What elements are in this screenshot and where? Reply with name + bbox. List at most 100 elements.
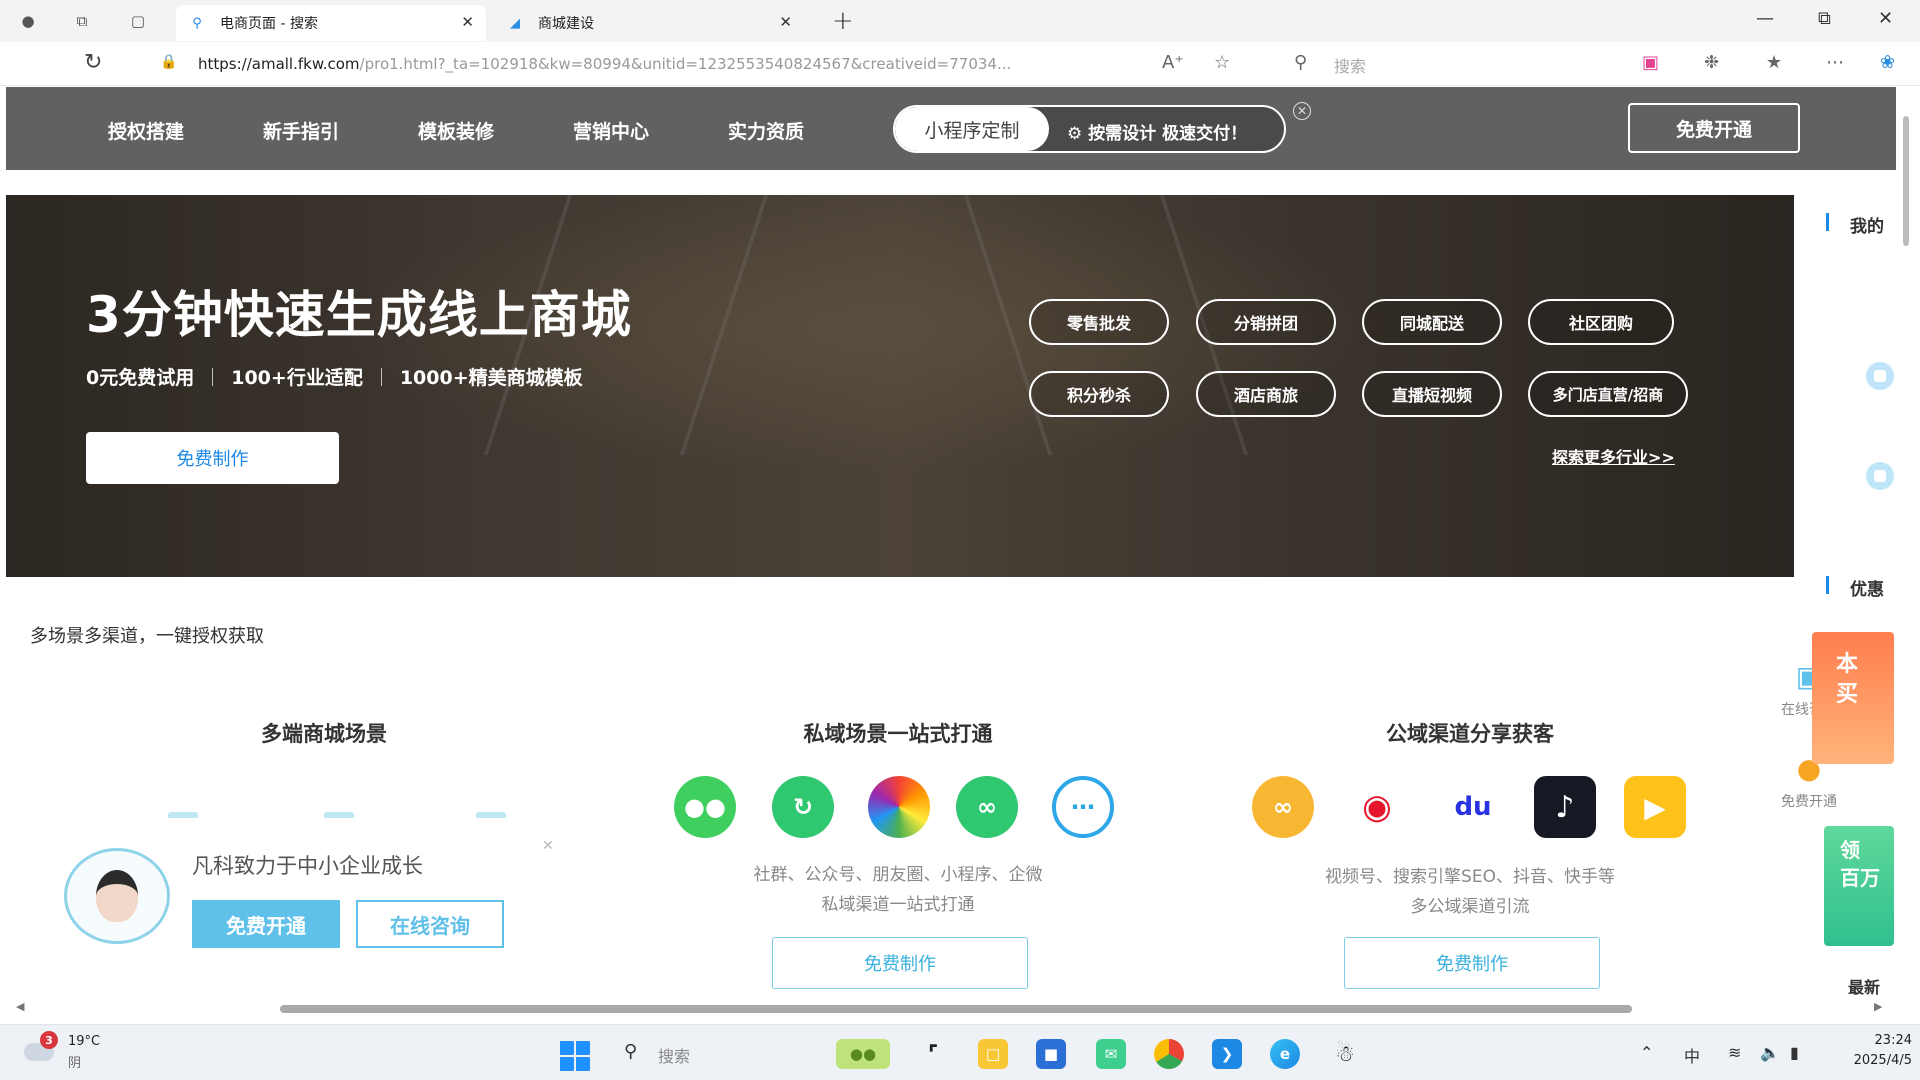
close-icon[interactable]: ✕ bbox=[779, 13, 792, 31]
volume-muted-icon[interactable]: 🔈 bbox=[1760, 1043, 1780, 1062]
close-icon[interactable]: ✕ bbox=[542, 838, 554, 854]
battery-icon[interactable]: ▮ bbox=[1790, 1043, 1799, 1062]
vscode-icon[interactable]: ❯ bbox=[1212, 1039, 1242, 1069]
scroll-right-icon[interactable]: ▶ bbox=[1874, 1000, 1882, 1013]
consult-chat-button[interactable]: 在线咨询 bbox=[356, 900, 504, 948]
read-aloud-icon[interactable]: A⁺ bbox=[1162, 52, 1184, 73]
chip-points[interactable]: 积分秒杀 bbox=[1029, 371, 1169, 417]
scroll-left-icon[interactable]: ◀ bbox=[16, 1000, 24, 1013]
tab-title: 商城建设 bbox=[538, 16, 594, 32]
tray-expand-icon[interactable]: ⌃ bbox=[1640, 1043, 1653, 1062]
pill-close-icon[interactable]: ✕ bbox=[1293, 102, 1311, 120]
hero-free-make-button[interactable]: 免费制作 bbox=[86, 432, 339, 484]
miniprogram-pill[interactable]: 小程序定制 ⚙ 按需设计 极速交付！ bbox=[893, 105, 1286, 153]
nav-link-guide[interactable]: 新手指引 bbox=[263, 117, 339, 144]
side-label-mine[interactable]: 我的 bbox=[1850, 212, 1884, 237]
url-field[interactable]: https://amall.fkw.com/pro1.html?_ta=1029… bbox=[198, 55, 1078, 73]
column-title-public: 公域渠道分享获客 bbox=[1386, 722, 1554, 746]
chrome-icon[interactable] bbox=[1154, 1039, 1184, 1069]
chip-multistore[interactable]: 多门店直营/招商 bbox=[1528, 371, 1688, 417]
new-tab-icon[interactable]: + bbox=[832, 6, 854, 36]
mail-icon[interactable]: ✉ bbox=[1096, 1039, 1126, 1069]
column-desc: 私域渠道一站式打通 bbox=[821, 895, 975, 915]
promo-text: 本 bbox=[1836, 652, 1859, 677]
vertical-scrollbar[interactable] bbox=[1900, 100, 1912, 970]
ime-indicator[interactable]: 中 bbox=[1684, 1043, 1700, 1067]
favorite-star-icon[interactable]: ☆ bbox=[1214, 52, 1230, 73]
baidu-icon: du bbox=[1442, 776, 1504, 838]
hero-sub-item: 0元免费试用 bbox=[86, 367, 195, 389]
taskbar-search[interactable]: 搜索 bbox=[658, 1043, 690, 1067]
side-latest[interactable]: 最新 bbox=[1848, 974, 1880, 998]
clock-time[interactable]: 23:24 bbox=[1856, 1033, 1912, 1048]
avatar bbox=[64, 848, 170, 944]
chip-hotel[interactable]: 酒店商旅 bbox=[1196, 371, 1336, 417]
clock-date[interactable]: 2025/4/5 bbox=[1830, 1053, 1912, 1068]
start-icon[interactable] bbox=[560, 1041, 590, 1071]
side-accent bbox=[1826, 576, 1829, 594]
chip-live[interactable]: 直播短视频 bbox=[1362, 371, 1502, 417]
restore-icon[interactable]: ⧉ bbox=[1818, 8, 1831, 29]
chip-community[interactable]: 社区团购 bbox=[1528, 299, 1674, 345]
side-accent bbox=[1826, 213, 1829, 231]
address-search-placeholder[interactable]: 搜索 bbox=[1334, 53, 1366, 77]
search-icon: ⚲ bbox=[192, 15, 202, 31]
nav-link-auth[interactable]: 授权搭建 bbox=[108, 117, 184, 144]
nav-link-marketing[interactable]: 营销中心 bbox=[573, 117, 649, 144]
lock-icon[interactable]: 🔒 bbox=[160, 54, 177, 70]
public-free-make-button[interactable]: 免费制作 bbox=[1344, 937, 1600, 989]
channels-icon: ∞ bbox=[1252, 776, 1314, 838]
widget-app-icon[interactable]: ●● bbox=[836, 1039, 890, 1069]
weather-condition: 阴 bbox=[68, 1056, 82, 1071]
side-label-discount[interactable]: 优惠 bbox=[1850, 575, 1884, 600]
scroll-thumb[interactable] bbox=[1903, 116, 1909, 246]
search-icon[interactable]: ⚲ bbox=[624, 1041, 637, 1062]
chip-retail[interactable]: 零售批发 bbox=[1029, 299, 1169, 345]
minimize-icon[interactable]: — bbox=[1756, 8, 1774, 29]
wifi-icon[interactable]: ≋ bbox=[1728, 1043, 1741, 1062]
hero-title: 3分钟快速生成线上商城 bbox=[86, 286, 632, 344]
fab-label: 免费开通 bbox=[1781, 794, 1837, 810]
edge-icon[interactable]: e bbox=[1270, 1039, 1300, 1069]
extensions-icon[interactable]: ❉ bbox=[1704, 52, 1719, 73]
store-icon[interactable]: ■ bbox=[1036, 1039, 1066, 1069]
taskview-icon[interactable]: ⌜ bbox=[918, 1039, 948, 1069]
pill-slogan-text: 按需设计 极速交付！ bbox=[1088, 124, 1248, 144]
free-open-button[interactable]: 免费开通 bbox=[1628, 103, 1800, 153]
side-item-icon[interactable] bbox=[1866, 362, 1894, 390]
nav-link-template[interactable]: 模板装修 bbox=[418, 117, 494, 144]
url-host: https://amall.fkw.com bbox=[198, 55, 360, 73]
favorites-icon[interactable]: ★ bbox=[1766, 52, 1782, 73]
reload-icon[interactable]: ↻ bbox=[84, 50, 102, 75]
chip-distribution[interactable]: 分销拼团 bbox=[1196, 299, 1336, 345]
image-tool-icon[interactable]: ▣ bbox=[1642, 52, 1659, 73]
chip-delivery[interactable]: 同城配送 bbox=[1362, 299, 1502, 345]
weibo-icon: ◉ bbox=[1346, 776, 1408, 838]
tab-search[interactable]: ⚲ 电商页面 - 搜索 ✕ bbox=[176, 5, 486, 41]
file-explorer-icon[interactable]: □ bbox=[978, 1039, 1008, 1069]
copilot-icon[interactable]: ❀ bbox=[1880, 52, 1895, 73]
window-close-icon[interactable]: ✕ bbox=[1878, 8, 1893, 29]
promo-card[interactable]: 本买 bbox=[1812, 632, 1894, 764]
scroll-thumb[interactable] bbox=[280, 1005, 1632, 1013]
tab-mall[interactable]: ◢ 商城建设 ✕ bbox=[494, 5, 804, 41]
workspaces-icon[interactable]: ⧉ bbox=[70, 9, 94, 33]
site-favicon-icon: ◢ bbox=[510, 15, 520, 31]
side-item-icon[interactable] bbox=[1866, 462, 1894, 490]
column-desc: 多公域渠道引流 bbox=[1410, 897, 1530, 917]
more-industries-link[interactable]: 探索更多行业>> bbox=[1552, 444, 1675, 468]
horizontal-scrollbar[interactable]: ◀ ▶ bbox=[12, 1000, 1892, 1016]
qq-icon[interactable]: ☃ bbox=[1330, 1039, 1360, 1069]
more-icon[interactable]: ⋯ bbox=[1826, 52, 1844, 73]
temperature[interactable]: 19°C bbox=[68, 1034, 100, 1049]
profile-icon[interactable]: ● bbox=[16, 9, 40, 33]
address-bar: ↻ 🔒 https://amall.fkw.com/pro1.html?_ta=… bbox=[0, 42, 1920, 86]
agent-face bbox=[96, 870, 138, 922]
tab-actions-icon[interactable]: ▢ bbox=[126, 9, 150, 33]
promo-card-green[interactable]: 领百万 bbox=[1824, 826, 1894, 946]
consult-open-button[interactable]: 免费开通 bbox=[192, 900, 340, 948]
close-icon[interactable]: ✕ bbox=[461, 13, 474, 31]
private-free-make-button[interactable]: 免费制作 bbox=[772, 937, 1028, 989]
nav-link-qualification[interactable]: 实力资质 bbox=[728, 117, 804, 144]
hero-subtitle: 0元免费试用 100+行业适配 1000+精美商城模板 bbox=[86, 363, 583, 390]
